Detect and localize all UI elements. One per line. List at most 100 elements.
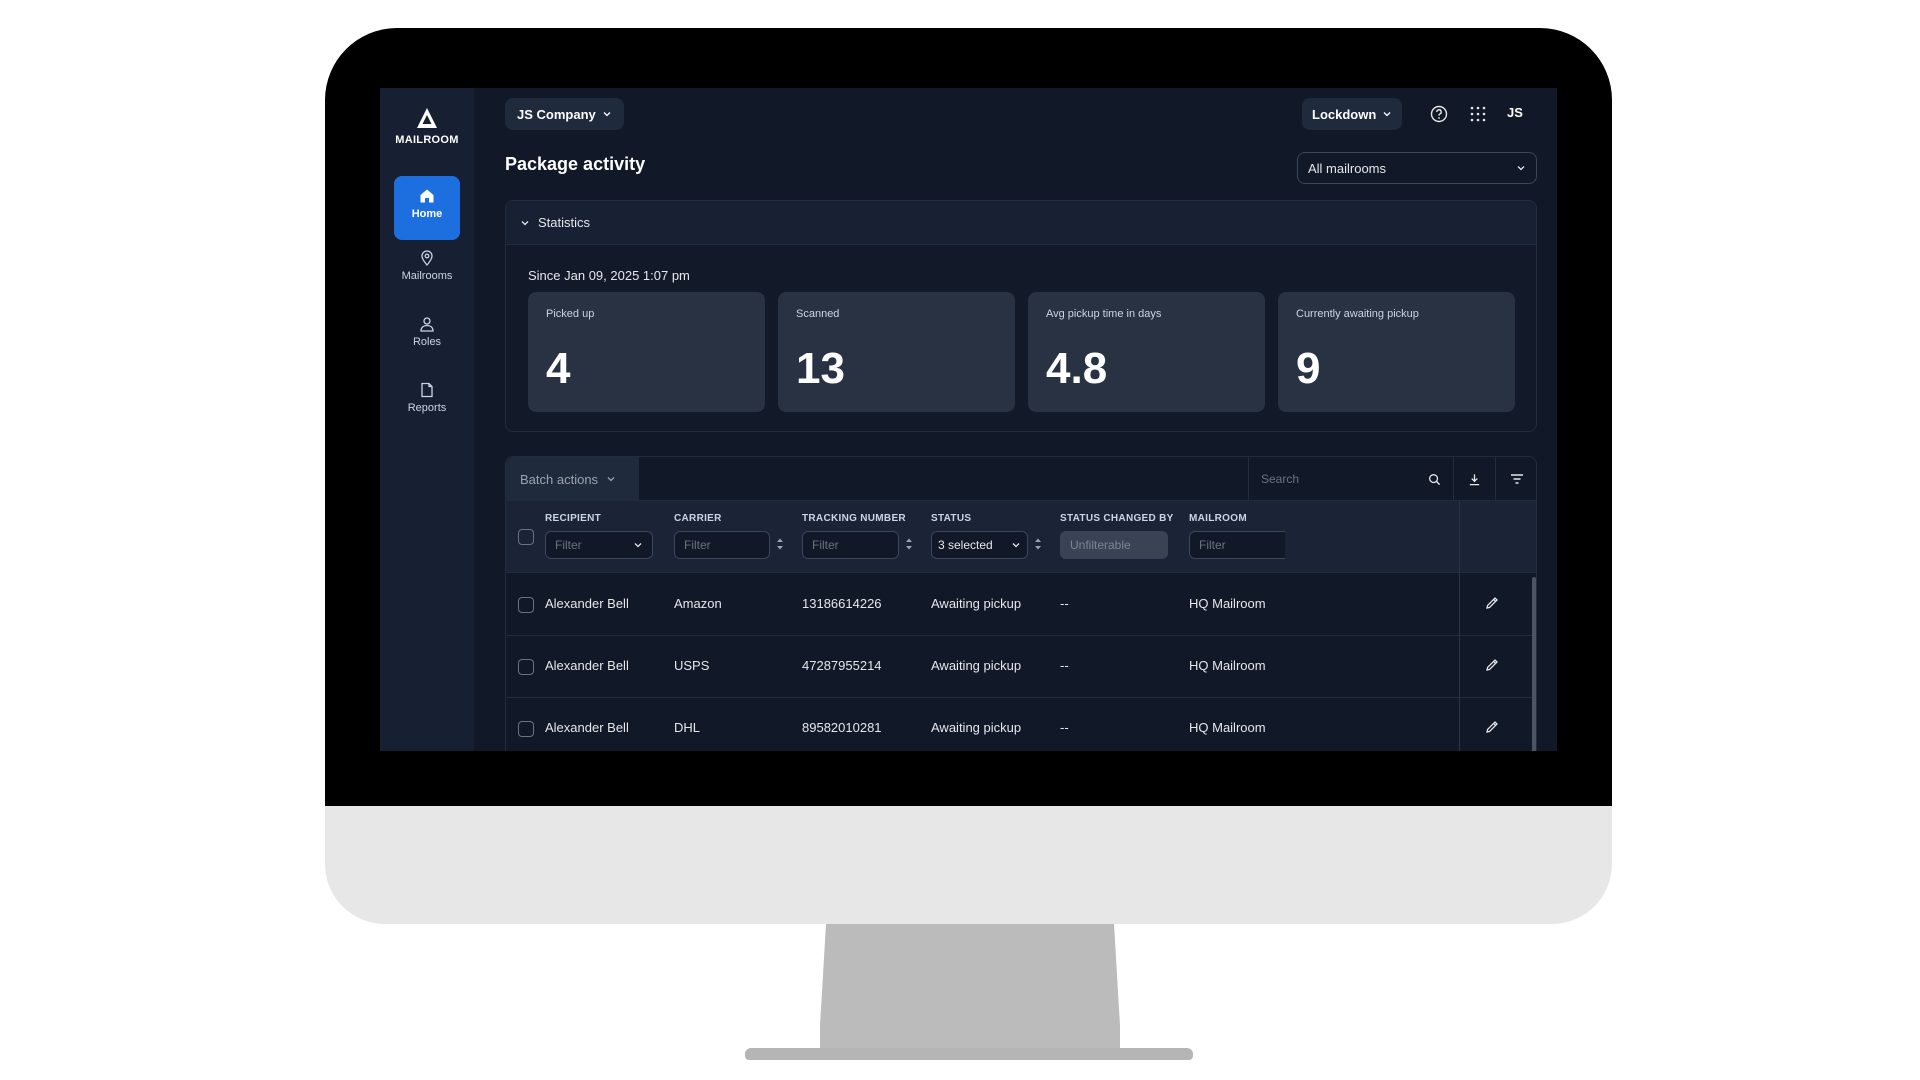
chevron-down-icon (603, 112, 611, 117)
search-placeholder: Search (1261, 472, 1300, 486)
actions-column-divider (1459, 501, 1536, 751)
stat-card-avg-pickup: Avg pickup time in days 4.8 (1028, 292, 1265, 412)
chevron-down-icon (521, 220, 529, 225)
stat-value: 4.8 (1046, 344, 1108, 393)
select-all-checkbox[interactable] (518, 529, 534, 545)
filter-button[interactable] (1495, 457, 1536, 501)
row-checkbox[interactable] (518, 659, 534, 675)
cell-mailroom: HQ Mailroom (1189, 658, 1266, 673)
cell-recipient: Alexander Bell (545, 658, 629, 673)
column-header-carrier[interactable]: CARRIER (674, 513, 722, 524)
stat-value: 9 (1296, 344, 1321, 393)
row-checkbox[interactable] (518, 721, 534, 737)
download-button[interactable] (1453, 457, 1495, 501)
column-header-mailroom[interactable]: MAILROOM (1189, 513, 1247, 524)
chevron-down-icon (1517, 166, 1525, 171)
sort-icon[interactable] (905, 537, 913, 551)
sidebar-item-label: Home (411, 208, 443, 220)
monitor-stand (820, 924, 1120, 1054)
user-avatar[interactable]: JS (1507, 105, 1523, 120)
search-icon (1429, 473, 1441, 485)
sidebar-item-reports[interactable]: Reports (394, 370, 460, 434)
brand-logo[interactable]: MAILROOM (380, 106, 474, 146)
recipient-filter[interactable]: Filter (545, 531, 653, 559)
sidebar-item-label: Roles (412, 336, 442, 348)
table-scrollbar[interactable] (1532, 577, 1536, 751)
cell-status-changed-by: -- (1060, 720, 1069, 735)
package-table: Batch actions Search RECIPIENT Filter CA… (505, 456, 1537, 751)
sidebar-item-label: Reports (407, 402, 447, 414)
status-filter[interactable]: 3 selected (931, 531, 1028, 559)
sort-icon[interactable] (1034, 537, 1042, 551)
filter-placeholder: Filter (1199, 538, 1226, 552)
table-row[interactable]: Alexander Bell USPS 47287955214 Awaiting… (506, 636, 1536, 698)
stat-value: 4 (546, 344, 571, 393)
filter-lines-icon (1510, 474, 1523, 484)
filter-value: 3 selected (938, 538, 993, 552)
chevron-down-icon (1012, 543, 1020, 548)
company-name: JS Company (517, 106, 596, 122)
statistics-panel: Statistics Since Jan 09, 2025 1:07 pm Pi… (505, 200, 1537, 432)
statistics-since: Since Jan 09, 2025 1:07 pm (528, 268, 690, 283)
user-icon (420, 317, 434, 332)
home-icon (420, 189, 434, 203)
column-header-tracking-number[interactable]: TRACKING NUMBER (802, 513, 906, 524)
sidebar-item-label: Mailrooms (401, 270, 453, 282)
stat-card-awaiting: Currently awaiting pickup 9 (1278, 292, 1515, 412)
cell-status: Awaiting pickup (931, 720, 1022, 735)
stat-card-picked-up: Picked up 4 (528, 292, 765, 412)
table-toolbar: Batch actions Search (506, 457, 1536, 501)
row-checkbox[interactable] (518, 597, 534, 613)
stat-label: Currently awaiting pickup (1296, 308, 1419, 320)
apps-grid-icon[interactable] (1468, 104, 1488, 124)
sidebar-item-home[interactable]: Home (394, 176, 460, 240)
help-icon[interactable] (1429, 104, 1449, 124)
stat-label: Avg pickup time in days (1046, 308, 1162, 320)
statistics-toggle[interactable]: Statistics (506, 201, 1536, 245)
cell-status-changed-by: -- (1060, 658, 1069, 673)
cell-recipient: Alexander Bell (545, 720, 629, 735)
cell-recipient: Alexander Bell (545, 596, 629, 611)
status-changed-by-filter: Unfilterable (1060, 531, 1168, 559)
cell-tracking-number: 89582010281 (802, 720, 882, 735)
table-row[interactable]: Alexander Bell Amazon 13186614226 Awaiti… (506, 574, 1536, 636)
lockdown-button[interactable]: Lockdown (1302, 98, 1403, 130)
cell-status: Awaiting pickup (931, 658, 1022, 673)
tracking-number-filter[interactable]: Filter (802, 531, 899, 559)
mailroom-select-value: All mailrooms (1308, 160, 1387, 176)
monitor-stand-base (745, 1048, 1193, 1060)
sidebar: MAILROOM Home Mailrooms Roles Reports (380, 88, 474, 751)
stat-value: 13 (796, 344, 845, 393)
company-switcher[interactable]: JS Company (505, 98, 624, 130)
mailroom-filter[interactable]: Filter (1189, 531, 1285, 559)
sidebar-item-roles[interactable]: Roles (394, 304, 460, 368)
table-row[interactable]: Alexander Bell DHL 89582010281 Awaiting … (506, 698, 1536, 751)
search-input[interactable]: Search (1248, 457, 1453, 501)
app-screen: MAILROOM Home Mailrooms Roles Reports JS… (380, 88, 1557, 751)
cell-tracking-number: 13186614226 (802, 596, 882, 611)
download-icon (1469, 473, 1480, 485)
cell-carrier: USPS (674, 658, 710, 673)
filter-placeholder: Filter (555, 538, 582, 552)
stat-label: Scanned (796, 308, 840, 320)
mailroom-select[interactable]: All mailrooms (1297, 152, 1537, 184)
sort-icon[interactable] (776, 537, 784, 551)
map-pin-icon (421, 250, 433, 266)
filter-placeholder: Filter (684, 538, 711, 552)
file-icon (421, 382, 433, 398)
cell-status: Awaiting pickup (931, 596, 1022, 611)
cell-status-changed-by: -- (1060, 596, 1069, 611)
filter-placeholder: Filter (812, 538, 839, 552)
brand-name: MAILROOM (395, 134, 459, 146)
column-header-recipient[interactable]: RECIPIENT (545, 513, 601, 524)
cell-carrier: Amazon (674, 596, 722, 611)
cell-mailroom: HQ Mailroom (1189, 720, 1266, 735)
mailroom-logo-icon (417, 108, 437, 128)
batch-actions-button[interactable]: Batch actions (506, 457, 639, 501)
column-header-status[interactable]: STATUS (931, 513, 971, 524)
table-header: RECIPIENT Filter CARRIER Filter TRACKING… (506, 501, 1536, 573)
statistics-title: Statistics (538, 215, 591, 230)
carrier-filter[interactable]: Filter (674, 531, 770, 559)
sidebar-item-mailrooms[interactable]: Mailrooms (394, 238, 460, 302)
chevron-down-icon (634, 543, 642, 548)
